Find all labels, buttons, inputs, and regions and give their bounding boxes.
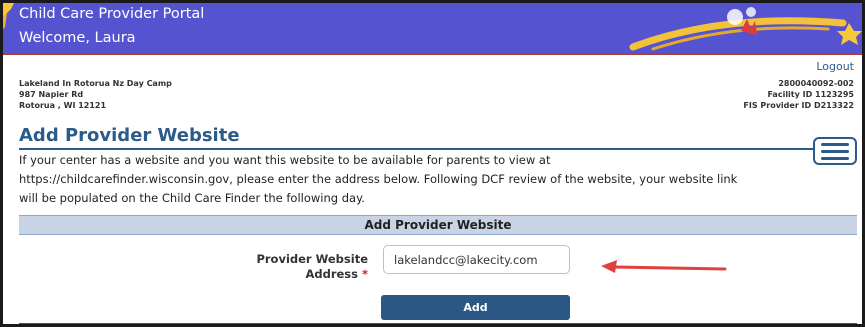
sun-logo-icon <box>3 3 14 29</box>
website-field-label-line2: Address * <box>203 267 368 281</box>
add-button[interactable]: Add <box>381 295 570 320</box>
provider-name: Lakeland In Rotorua Nz Day Camp <box>19 79 172 88</box>
license-number: 2800040092-002 <box>778 79 854 88</box>
provider-city: Rotorua , WI 12121 <box>19 101 107 110</box>
welcome-message: Welcome, Laura <box>19 30 136 46</box>
description-line: https://childcarefinder.wisconsin.gov, p… <box>19 172 738 186</box>
portal-header-banner: Child Care Provider Portal Welcome, Laur… <box>3 3 862 55</box>
menu-bar <box>821 156 849 160</box>
page-frame: Child Care Provider Portal Welcome, Laur… <box>0 0 865 327</box>
logout-link[interactable]: Logout <box>816 60 854 73</box>
facility-id: Facility ID 1123295 <box>767 90 854 99</box>
portal-title: Child Care Provider Portal <box>19 6 205 22</box>
hamburger-menu-icon[interactable] <box>813 137 857 165</box>
provider-street: 987 Napier Rd <box>19 90 84 99</box>
childrens-rainbow-logo <box>629 7 862 51</box>
description-line: will be populated on the Child Care Find… <box>19 191 365 205</box>
menu-bar <box>821 142 849 146</box>
title-divider <box>19 148 819 150</box>
section-header: Add Provider Website <box>19 215 857 235</box>
provider-website-input[interactable] <box>383 245 570 274</box>
page-title: Add Provider Website <box>19 125 240 146</box>
bottom-divider <box>19 323 857 324</box>
red-arrow-icon <box>601 260 727 273</box>
description-line: If your center has a website and you wan… <box>19 153 551 167</box>
required-marker: * <box>361 267 368 281</box>
menu-bar <box>821 149 849 153</box>
website-field-label-text: Address <box>305 267 358 281</box>
fis-provider-id: FIS Provider ID D213322 <box>743 101 854 110</box>
website-field-label: Provider Website <box>256 252 368 266</box>
